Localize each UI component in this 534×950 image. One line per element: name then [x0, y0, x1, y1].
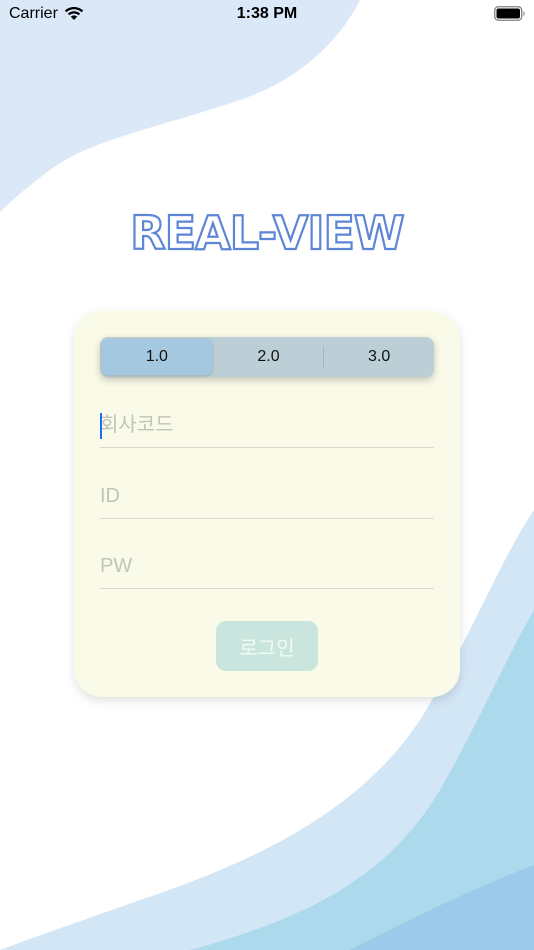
status-bar: Carrier 1:38 PM [0, 0, 534, 30]
company-code-input[interactable] [100, 403, 434, 447]
id-field [100, 474, 434, 519]
app-logo: REAL-VIEW [129, 205, 406, 261]
version-segmented-control: 1.0 2.0 3.0 [100, 337, 434, 377]
login-button[interactable]: 로그인 [216, 621, 318, 671]
version-option-3[interactable]: 3.0 [324, 337, 434, 377]
battery-icon [494, 6, 525, 21]
pw-input[interactable] [100, 544, 434, 588]
version-option-1[interactable]: 1.0 [102, 339, 212, 375]
pw-field [100, 544, 434, 589]
status-time: 1:38 PM [236, 5, 298, 22]
id-input[interactable] [100, 474, 434, 518]
text-cursor [100, 413, 102, 439]
company-code-field [100, 403, 434, 448]
version-option-2[interactable]: 2.0 [214, 337, 324, 377]
login-card: 1.0 2.0 3.0 로그인 [74, 311, 460, 697]
